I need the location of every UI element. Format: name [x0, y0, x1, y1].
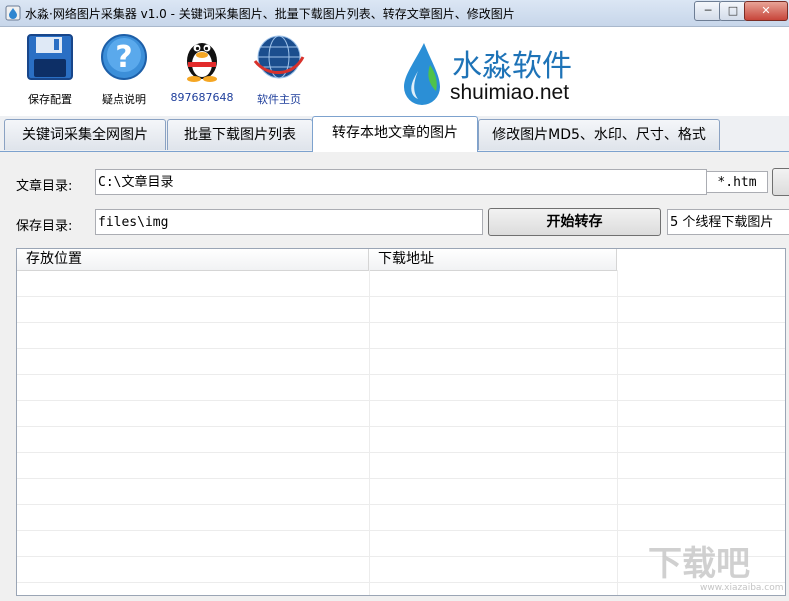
column-header-download-url[interactable]: 下载地址	[369, 249, 617, 270]
column-header-storage-location[interactable]: 存放位置	[17, 249, 369, 270]
file-extension-input[interactable]: *.htm	[706, 171, 768, 193]
logo-chinese-text: 水淼软件	[452, 49, 572, 84]
watermark-url: www.xiazaiba.com	[700, 583, 784, 593]
toolbar: 保存配置 ? 疑点说明 897687648 软件主页 水淼软件 shuimiao…	[0, 27, 789, 116]
app-icon	[5, 5, 21, 21]
water-drop-logo-icon	[404, 43, 440, 105]
grid-row-line	[17, 322, 785, 323]
article-dir-input[interactable]: C:\文章目录	[95, 169, 707, 195]
help-label: 疑点说明	[102, 93, 146, 106]
grid-divider	[617, 270, 618, 595]
grid-row-line	[17, 374, 785, 375]
grid-divider	[369, 270, 370, 595]
tab-bar: 关键词采集全网图片 批量下载图片列表 转存本地文章的图片 修改图片MD5、水印、…	[0, 116, 789, 152]
tab-modify-images[interactable]: 修改图片MD5、水印、尺寸、格式	[478, 119, 720, 150]
logo-domain-text: shuimiao.net	[450, 81, 570, 104]
save-disk-icon	[27, 34, 73, 80]
save-dir-input[interactable]: files\img	[95, 209, 483, 235]
app-window: 水淼·网络图片采集器 v1.0 - 关键词采集图片、批量下载图片列表、转存文章图…	[0, 0, 789, 601]
thread-count-select[interactable]: 5 个线程下载图片	[667, 209, 789, 235]
window-title: 水淼·网络图片采集器 v1.0 - 关键词采集图片、批量下载图片列表、转存文章图…	[25, 7, 515, 21]
title-bar: 水淼·网络图片采集器 v1.0 - 关键词采集图片、批量下载图片列表、转存文章图…	[0, 0, 789, 27]
grid-row-line	[17, 452, 785, 453]
save-config-label: 保存配置	[28, 93, 72, 106]
tab-keyword-collect[interactable]: 关键词采集全网图片	[4, 119, 166, 150]
save-dir-label: 保存目录:	[16, 219, 73, 234]
help-button[interactable]: ? 疑点说明	[90, 31, 158, 107]
close-button[interactable]: ✕	[744, 1, 788, 21]
save-config-button[interactable]: 保存配置	[16, 31, 84, 107]
brand-logo: 水淼软件 shuimiao.net	[398, 41, 618, 115]
grid-row-line	[17, 296, 785, 297]
minimize-button[interactable]: ─	[694, 1, 722, 21]
maximize-button[interactable]: □	[719, 1, 747, 21]
globe-icon	[253, 35, 305, 79]
grid-row-line	[17, 400, 785, 401]
help-icon: ?	[101, 34, 147, 80]
start-transfer-button[interactable]: 开始转存	[488, 208, 661, 236]
qq-number-label: 897687648	[170, 91, 234, 104]
grid-header: 存放位置 下载地址	[17, 249, 617, 271]
watermark-text: 下载吧	[648, 544, 750, 584]
grid-row-line	[17, 348, 785, 349]
tab-panel: 文章目录: C:\文章目录 *.htm 保存目录: files\img 开始转存…	[0, 152, 789, 601]
browse-button[interactable]	[772, 168, 789, 196]
grid-row-line	[17, 478, 785, 479]
qq-penguin-icon	[187, 43, 217, 82]
grid-row-line	[17, 504, 785, 505]
article-dir-label: 文章目录:	[16, 179, 73, 194]
svg-text:?: ?	[115, 40, 132, 75]
tab-batch-download[interactable]: 批量下载图片列表	[167, 119, 313, 150]
qq-button[interactable]: 897687648	[168, 31, 236, 104]
tab-local-article-images[interactable]: 转存本地文章的图片	[312, 116, 478, 152]
grid-row-line	[17, 426, 785, 427]
homepage-button[interactable]: 软件主页	[245, 31, 313, 107]
grid-row-line	[17, 530, 785, 531]
homepage-label: 软件主页	[257, 93, 301, 106]
